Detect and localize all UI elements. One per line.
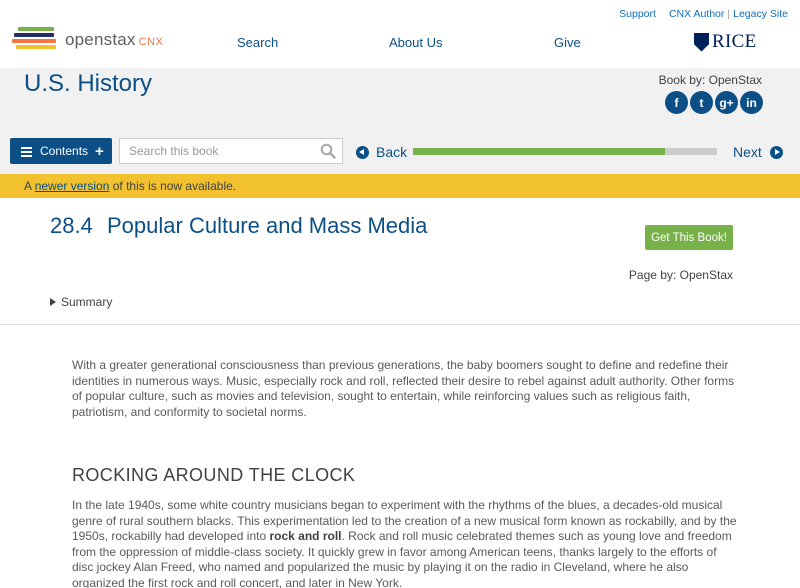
logo-stripes-icon	[12, 27, 58, 53]
notice-suffix: of this is now available.	[109, 179, 237, 193]
arrow-right-icon	[769, 145, 783, 159]
legacy-site-link[interactable]: Legacy Site	[733, 8, 788, 20]
divider	[0, 324, 800, 325]
section-heading: ROCKING AROUND THE CLOCK	[72, 465, 356, 485]
twitter-icon[interactable]: t	[690, 91, 713, 114]
support-link[interactable]: Support	[619, 8, 656, 20]
section-number: 28.4	[50, 213, 93, 238]
notice-prefix: A	[24, 179, 35, 193]
book-progress-bar	[413, 148, 717, 155]
expand-triangle-icon	[50, 298, 56, 306]
next-button[interactable]: Next	[733, 144, 783, 160]
summary-label: Summary	[61, 295, 113, 309]
nav-search[interactable]: Search	[237, 35, 278, 50]
arrow-left-icon	[356, 145, 369, 159]
page-by: Page by: OpenStax	[628, 268, 733, 282]
book-by: Book by: OpenStax	[658, 73, 762, 87]
newer-version-notice: A newer version of this is now available…	[0, 174, 800, 198]
rice-logo-text: RICE	[712, 31, 757, 52]
logo-text: openstax CNX	[65, 30, 164, 49]
cnx-author-link[interactable]: CNX Author	[669, 8, 724, 20]
book-search	[119, 138, 343, 164]
nav-give[interactable]: Give	[554, 35, 581, 50]
search-icon[interactable]	[320, 143, 336, 159]
body-paragraph: In the late 1940s, some white country mu…	[72, 498, 740, 588]
facebook-icon[interactable]: f	[665, 91, 688, 114]
social-share: f t g+ in	[665, 91, 765, 114]
key-term: rock and roll	[269, 529, 342, 544]
contents-button[interactable]: Contents +	[10, 138, 112, 164]
search-input[interactable]	[120, 139, 310, 163]
back-label: Back	[376, 144, 408, 160]
next-label: Next	[733, 144, 762, 160]
link-separator: |	[727, 8, 731, 20]
progress-fill	[413, 148, 666, 155]
nav-about-us[interactable]: About Us	[389, 35, 442, 50]
back-button[interactable]: Back	[356, 144, 407, 160]
summary-toggle[interactable]: Summary	[50, 295, 112, 309]
book-title-band: U.S. History Book by: OpenStax f t g+ in…	[0, 68, 800, 174]
utility-links: Support CNX Author | Legacy Site	[619, 8, 788, 20]
rice-logo[interactable]: RICE	[694, 31, 756, 53]
site-header: openstax CNX Support CNX Author | Legacy …	[0, 0, 800, 68]
section-title: Popular Culture and Mass Media	[107, 213, 428, 238]
intro-paragraph: With a greater generational consciousnes…	[72, 358, 735, 419]
get-this-book-button[interactable]: Get This Book!	[645, 225, 733, 250]
book-title[interactable]: U.S. History	[24, 70, 152, 98]
linkedin-icon[interactable]: in	[740, 91, 763, 114]
openstax-cnx-logo[interactable]: openstax CNX	[12, 26, 163, 54]
contents-label: Contents	[40, 144, 89, 158]
google-plus-icon[interactable]: g+	[715, 91, 738, 114]
newer-version-link[interactable]: newer version	[35, 179, 110, 193]
plus-icon: +	[95, 142, 104, 160]
rice-shield-icon	[694, 32, 709, 52]
list-icon	[21, 146, 32, 157]
